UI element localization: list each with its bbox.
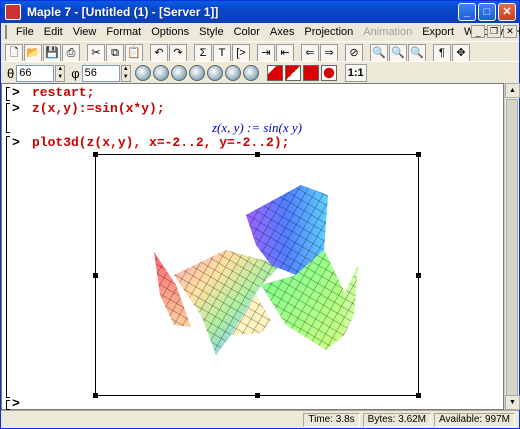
document-menu-icon[interactable] xyxy=(5,25,7,39)
style-hidden-line-icon[interactable] xyxy=(224,65,241,81)
group-bracket[interactable] xyxy=(6,87,10,101)
new-file-icon[interactable]: 🗋 xyxy=(5,44,23,62)
menu-format[interactable]: Format xyxy=(101,26,146,38)
menu-options[interactable]: Options xyxy=(146,26,194,38)
zoom-medium-icon[interactable]: 🔍 xyxy=(389,44,407,62)
outdent-icon[interactable]: ⇤ xyxy=(276,44,294,62)
surface-plot xyxy=(154,185,358,355)
group-bracket[interactable] xyxy=(6,136,10,398)
output-expression: z(x, y) := sin(x y) xyxy=(212,120,302,135)
open-folder-icon[interactable]: 📂 xyxy=(24,44,42,62)
input-line-define[interactable]: z(x,y):=sin(x*y); xyxy=(32,101,165,116)
arrow-right-icon[interactable]: ⇒ xyxy=(320,44,338,62)
status-time: Time: 3.8s xyxy=(303,412,360,427)
pilcrow-icon[interactable]: ¶ xyxy=(433,44,451,62)
maximize-button[interactable]: □ xyxy=(478,3,496,21)
close-button[interactable]: ✕ xyxy=(498,3,516,21)
plot-toolbar: θ 66 ▲ ▼ φ 56 ▲ ▼ 1:1 xyxy=(1,61,519,85)
menu-export[interactable]: Export xyxy=(417,26,459,38)
constrained-scaling-button[interactable]: 1:1 xyxy=(344,64,367,82)
cut-icon[interactable]: ✂ xyxy=(87,44,105,62)
axes-framed-icon[interactable] xyxy=(284,65,301,81)
insert-prompt-icon[interactable]: [> xyxy=(232,44,250,62)
scroll-down-icon[interactable]: ▼ xyxy=(505,395,520,410)
prompt-marker: > xyxy=(12,396,20,411)
menu-color[interactable]: Color xyxy=(229,26,265,38)
zoom-large-icon[interactable]: 🔍 xyxy=(408,44,426,62)
style-point-icon[interactable] xyxy=(242,65,259,81)
group-bracket[interactable] xyxy=(6,103,10,133)
resize-handle[interactable] xyxy=(255,393,260,398)
menu-bar: File Edit View Format Options Style Colo… xyxy=(1,23,520,41)
copy-icon[interactable]: ⧉ xyxy=(106,44,124,62)
status-bar: Time: 3.8s Bytes: 3.62M Available: 997M xyxy=(1,410,519,428)
prompt-marker: > xyxy=(12,85,20,100)
phi-input[interactable]: 56 xyxy=(81,64,120,82)
scroll-thumb[interactable] xyxy=(506,99,518,399)
theta-input[interactable]: 66 xyxy=(16,64,55,82)
menu-view[interactable]: View xyxy=(68,26,102,38)
axes-normal-icon[interactable] xyxy=(302,65,319,81)
resize-handle[interactable] xyxy=(255,152,260,157)
prompt-marker: > xyxy=(12,101,20,116)
phi-label: φ xyxy=(71,65,80,81)
menu-edit[interactable]: Edit xyxy=(39,26,68,38)
maple-leaf-icon xyxy=(5,4,21,20)
input-line-restart[interactable]: restart; xyxy=(32,85,94,100)
axes-boxed-icon[interactable] xyxy=(266,65,283,81)
scroll-up-icon[interactable]: ▲ xyxy=(505,83,520,98)
move-icon[interactable]: ✥ xyxy=(452,44,470,62)
resize-handle[interactable] xyxy=(416,273,421,278)
axes-none-icon[interactable] xyxy=(320,65,337,81)
menu-projection[interactable]: Projection xyxy=(299,26,358,38)
doc-minimize-button[interactable]: _ xyxy=(471,25,485,38)
text-icon[interactable]: T xyxy=(213,44,231,62)
minimize-button[interactable]: _ xyxy=(458,3,476,21)
indent-icon[interactable]: ⇥ xyxy=(257,44,275,62)
window-title: Maple 7 - [Untitled (1) - [Server 1]] xyxy=(27,5,219,19)
theta-label: θ xyxy=(7,65,15,81)
resize-handle[interactable] xyxy=(416,393,421,398)
resize-handle[interactable] xyxy=(93,152,98,157)
paste-icon[interactable]: 📋 xyxy=(125,44,143,62)
stop-icon[interactable]: ⊘ xyxy=(345,44,363,62)
menu-style[interactable]: Style xyxy=(194,26,228,38)
menu-file[interactable]: File xyxy=(11,26,39,38)
status-bytes: Bytes: 3.62M xyxy=(362,412,432,427)
resize-handle[interactable] xyxy=(93,273,98,278)
vertical-scrollbar[interactable]: ▲ ▼ xyxy=(504,83,520,410)
doc-restore-button[interactable]: ❐ xyxy=(487,25,501,38)
style-patch-icon[interactable] xyxy=(134,65,151,81)
style-contour-icon[interactable] xyxy=(206,65,223,81)
style-patch-nogrid-icon[interactable] xyxy=(152,65,169,81)
undo-icon[interactable]: ↶ xyxy=(150,44,168,62)
theta-spinner[interactable]: ▲ ▼ xyxy=(55,64,66,82)
menu-axes[interactable]: Axes xyxy=(265,26,299,38)
arrow-left-icon[interactable]: ⇐ xyxy=(301,44,319,62)
worksheet[interactable]: > restart; > z(x,y):=sin(x*y); z(x, y) :… xyxy=(1,83,504,411)
doc-close-button[interactable]: ✕ xyxy=(503,25,517,38)
group-bracket[interactable] xyxy=(6,400,10,410)
zoom-small-icon[interactable]: 🔍 xyxy=(370,44,388,62)
plot3d-region[interactable] xyxy=(93,152,421,398)
prompt-marker: > xyxy=(12,135,20,150)
maple-window: Maple 7 - [Untitled (1) - [Server 1]] _ … xyxy=(0,0,520,429)
phi-spinner[interactable]: ▲ ▼ xyxy=(120,64,131,82)
sigma-icon[interactable]: Σ xyxy=(194,44,212,62)
resize-handle[interactable] xyxy=(416,152,421,157)
input-line-plot3d[interactable]: plot3d(z(x,y), x=-2..2, y=-2..2); xyxy=(32,135,289,150)
status-available: Available: 997M xyxy=(434,412,515,427)
title-bar[interactable]: Maple 7 - [Untitled (1) - [Server 1]] _ … xyxy=(1,1,519,23)
print-icon[interactable]: ⎙ xyxy=(62,44,80,62)
redo-icon[interactable]: ↷ xyxy=(169,44,187,62)
resize-handle[interactable] xyxy=(93,393,98,398)
save-icon[interactable]: 💾 xyxy=(43,44,61,62)
style-patch-contour-icon[interactable] xyxy=(170,65,187,81)
menu-animation: Animation xyxy=(363,26,413,38)
style-wireframe-icon[interactable] xyxy=(188,65,205,81)
